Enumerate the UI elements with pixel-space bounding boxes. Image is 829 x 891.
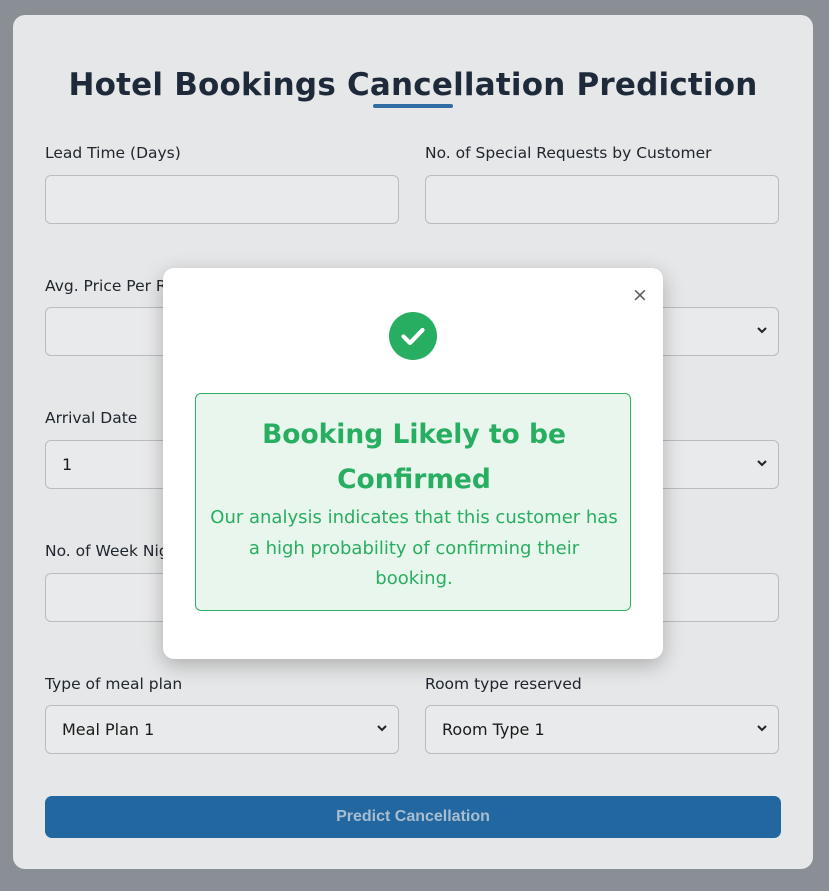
lead-time-label: Lead Time (Days) — [45, 144, 181, 162]
chevron-down-icon — [377, 725, 387, 732]
arrival-date-value: 1 — [62, 455, 73, 474]
close-icon[interactable]: × — [631, 286, 649, 305]
week-nights-label: No. of Week Nig — [45, 542, 169, 560]
special-requests-input[interactable] — [425, 175, 779, 224]
chevron-down-icon — [757, 725, 767, 732]
check-circle-icon — [389, 312, 437, 360]
chevron-down-icon — [757, 460, 767, 467]
result-message-box: Booking Likely to be Confirmed Our analy… — [195, 393, 631, 611]
special-requests-label: No. of Special Requests by Customer — [425, 144, 712, 162]
room-type-select[interactable]: Room Type 1 — [425, 705, 779, 754]
page-backdrop: Hotel Bookings Cancellation Prediction L… — [0, 0, 829, 891]
result-title: Booking Likely to be Confirmed — [262, 419, 566, 495]
meal-plan-label: Type of meal plan — [45, 675, 183, 693]
chevron-down-icon — [757, 327, 767, 334]
meal-plan-value: Meal Plan 1 — [62, 720, 155, 739]
result-modal: × Booking Likely to be Confirmed Our ana… — [163, 268, 663, 659]
room-type-value: Room Type 1 — [442, 720, 545, 739]
lead-time-input[interactable] — [45, 175, 399, 224]
title-underline — [373, 104, 453, 108]
arrival-date-label: Arrival Date — [45, 409, 138, 427]
predict-cancellation-button[interactable]: Predict Cancellation — [45, 796, 781, 838]
meal-plan-select[interactable]: Meal Plan 1 — [45, 705, 399, 754]
result-description: Our analysis indicates that this custome… — [210, 507, 618, 589]
page-title: Hotel Bookings Cancellation Prediction — [68, 67, 758, 103]
room-type-label: Room type reserved — [425, 675, 582, 693]
avg-price-label: Avg. Price Per R — [45, 277, 167, 295]
